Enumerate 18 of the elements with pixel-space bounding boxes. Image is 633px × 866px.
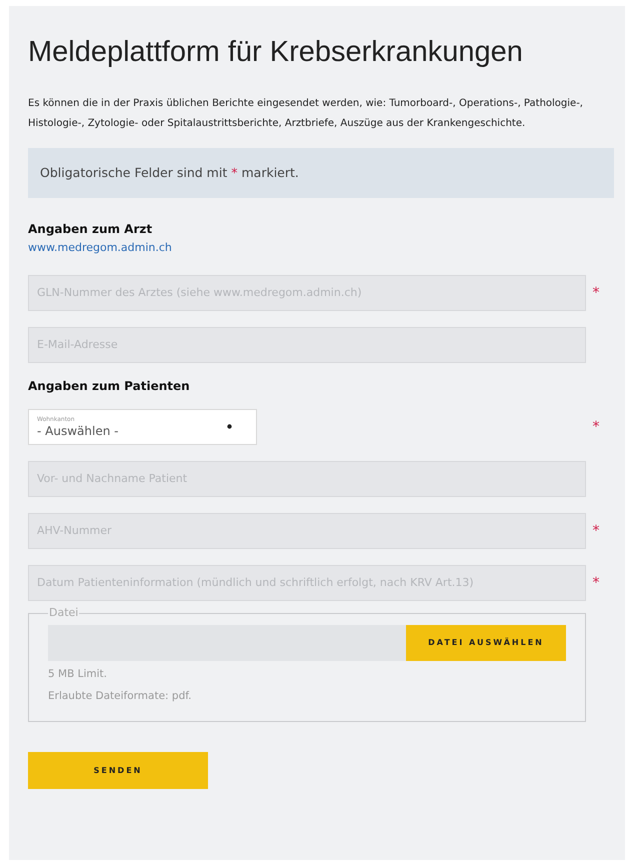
section-heading: Angaben zum Arzt bbox=[28, 221, 154, 238]
file-hint: Erlaubte Dateiformate: pdf. bbox=[48, 689, 193, 704]
required-mark: * bbox=[592, 418, 600, 437]
required-mark: * bbox=[592, 284, 600, 303]
required-mark: * bbox=[592, 574, 600, 593]
page-title: Meldeplattform für Krebserkrankungen bbox=[28, 35, 524, 70]
notice-text: markiert. bbox=[241, 164, 299, 182]
send-button[interactable]: SENDEN bbox=[28, 752, 208, 790]
dropdown-dot-icon bbox=[227, 424, 232, 430]
notice-text: Obligatorische Felder sind mit bbox=[40, 164, 228, 182]
required-mark: * bbox=[592, 522, 600, 541]
file-legend: Datei bbox=[48, 604, 80, 622]
choose-file-button[interactable]: DATEI AUSWÄHLEN bbox=[406, 625, 566, 662]
website-link[interactable]: www.medregom.admin.ch bbox=[28, 240, 606, 257]
file-hint: 5 MB Limit. bbox=[48, 667, 108, 682]
section-heading: Angaben zum Patienten bbox=[28, 378, 191, 395]
intro-paragraph: Es können die in der Praxis üblichen Berichte eingesendet werden, wie: Tumorboard-, Operations-, Pathologie-, Histologie-, Zytologie- oder Spitalaustrittsberichte, Arztbriefe, Auszüge aus der Krankengeschichte. bbox=[28, 97, 584, 132]
required-mark: * bbox=[231, 164, 238, 182]
